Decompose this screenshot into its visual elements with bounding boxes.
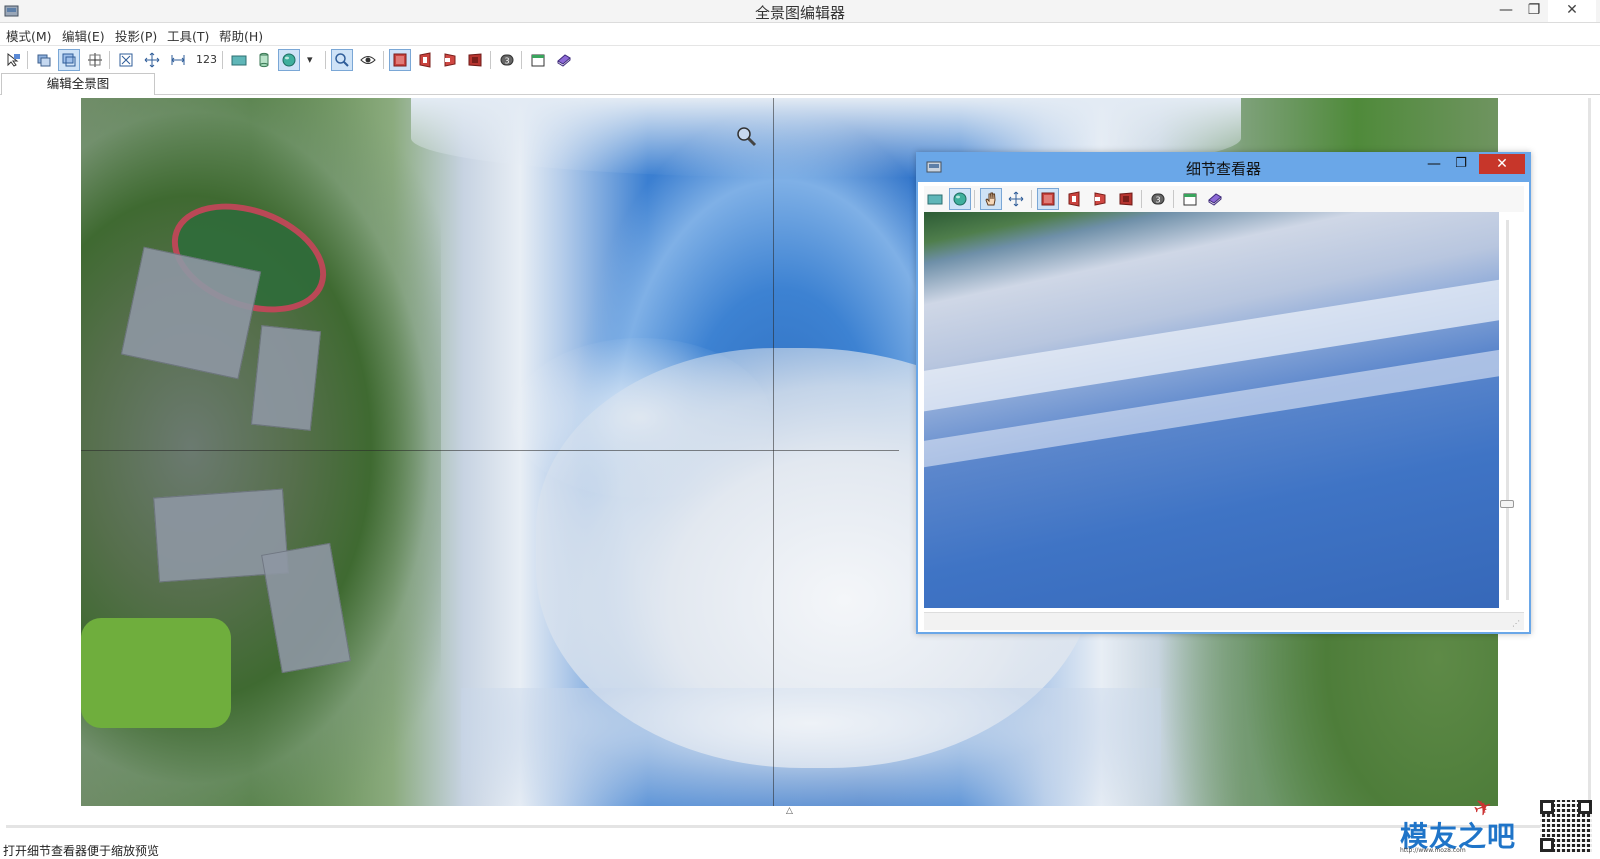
eye-icon[interactable] (357, 49, 379, 71)
viewer-close-button[interactable]: ✕ (1479, 154, 1525, 174)
menu-tools[interactable]: 工具(T) (167, 26, 209, 45)
pointer-select-icon[interactable] (2, 49, 24, 71)
window-title: 全景图编辑器 (754, 4, 845, 22)
detail-viewer-titlebar[interactable]: 细节查看器 — ❐ ✕ (918, 154, 1529, 182)
svg-text:3: 3 (1155, 196, 1160, 205)
viewer-maximize-button[interactable]: ❐ (1448, 156, 1474, 178)
cylinder-projection-icon[interactable] (253, 49, 275, 71)
flat-projection-icon[interactable] (924, 188, 946, 210)
color-box-3-icon[interactable] (1089, 188, 1111, 210)
tab-edit-panorama[interactable]: 编辑全景图 (1, 73, 155, 95)
viewer-zoom-slider-thumb[interactable] (1500, 500, 1514, 508)
sphere-projection-icon[interactable] (949, 188, 971, 210)
fit-view-icon[interactable] (115, 49, 137, 71)
menu-help[interactable]: 帮助(H) (219, 26, 263, 45)
spread-icon[interactable] (167, 49, 189, 71)
status-bar: 打开细节查看器便于缩放预览 (0, 839, 1600, 859)
color-box-3-icon[interactable] (439, 49, 461, 71)
crosshair-vertical (773, 98, 774, 806)
viewer-minimize-button[interactable]: — (1421, 156, 1447, 178)
move-arrows-icon[interactable] (141, 49, 163, 71)
qr-code (1540, 800, 1592, 852)
menu-mode[interactable]: 模式(M) (6, 26, 52, 45)
crosshair-horizontal (81, 450, 899, 451)
watermark-logo: 模友之吧 http://www.moz8.com (1398, 812, 1518, 856)
building (250, 325, 322, 431)
book-icon[interactable] (1204, 188, 1226, 210)
title-bar: 全景图编辑器 — ❐ ✕ (0, 0, 1600, 23)
color-box-2-icon[interactable] (1063, 188, 1085, 210)
svg-text:3: 3 (504, 57, 509, 66)
color-box-2-icon[interactable] (414, 49, 436, 71)
green-field (81, 618, 231, 728)
color-box-4-icon[interactable] (464, 49, 486, 71)
viewer-status-bar: ⋰ (924, 612, 1524, 630)
main-horizontal-scrollbar[interactable] (6, 825, 1551, 828)
zoom-icon[interactable] (331, 49, 353, 71)
watermark-url: http://www.moz8.com (1400, 847, 1466, 854)
status-message: 打开细节查看器便于缩放预览 (3, 844, 160, 858)
color-box-1-icon[interactable] (389, 49, 411, 71)
minimize-button[interactable]: — (1492, 0, 1520, 22)
viewer-zoom-slider-track[interactable] (1506, 220, 1509, 600)
numbering-icon[interactable]: 123 (196, 53, 217, 66)
window-green-icon[interactable] (1179, 188, 1201, 210)
window-green-icon[interactable] (527, 49, 549, 71)
move-arrows-icon[interactable] (1005, 188, 1027, 210)
overlay-icon[interactable] (58, 49, 80, 71)
close-button[interactable]: ✕ (1548, 0, 1596, 22)
detail-viewer-image[interactable] (924, 212, 1499, 608)
main-toolbar: 123 ▾ 3 (0, 45, 1600, 73)
layers-icon[interactable] (33, 49, 55, 71)
detail-viewer-toolbar: 3 (924, 186, 1524, 212)
hand-pan-icon[interactable] (980, 188, 1002, 210)
scroll-marker-icon[interactable]: △ (786, 806, 793, 816)
projection-dropdown-icon[interactable]: ▾ (307, 53, 313, 66)
sphere-projection-icon[interactable] (278, 49, 300, 71)
menu-bar: 模式(M) 编辑(E) 投影(P) 工具(T) 帮助(H) (0, 23, 1600, 45)
resize-grip-icon[interactable]: ⋰ (1512, 619, 1520, 628)
crosshair-grid-icon[interactable] (84, 49, 106, 71)
color-box-1-icon[interactable] (1037, 188, 1059, 210)
maximize-button[interactable]: ❐ (1520, 0, 1548, 22)
menu-projection[interactable]: 投影(P) (115, 26, 157, 45)
badge-3-icon[interactable]: 3 (496, 49, 518, 71)
menu-edit[interactable]: 编辑(E) (62, 26, 105, 45)
badge-3-icon[interactable]: 3 (1147, 188, 1169, 210)
zoom-cursor-icon (737, 127, 757, 147)
flat-projection-icon[interactable] (228, 49, 250, 71)
document-tabs: 编辑全景图 (0, 73, 1600, 95)
book-icon[interactable] (553, 49, 575, 71)
color-box-4-icon[interactable] (1115, 188, 1137, 210)
detail-viewer-window: 细节查看器 — ❐ ✕ 3 ⋰ (916, 152, 1531, 634)
main-vertical-scrollbar[interactable] (1588, 98, 1591, 806)
